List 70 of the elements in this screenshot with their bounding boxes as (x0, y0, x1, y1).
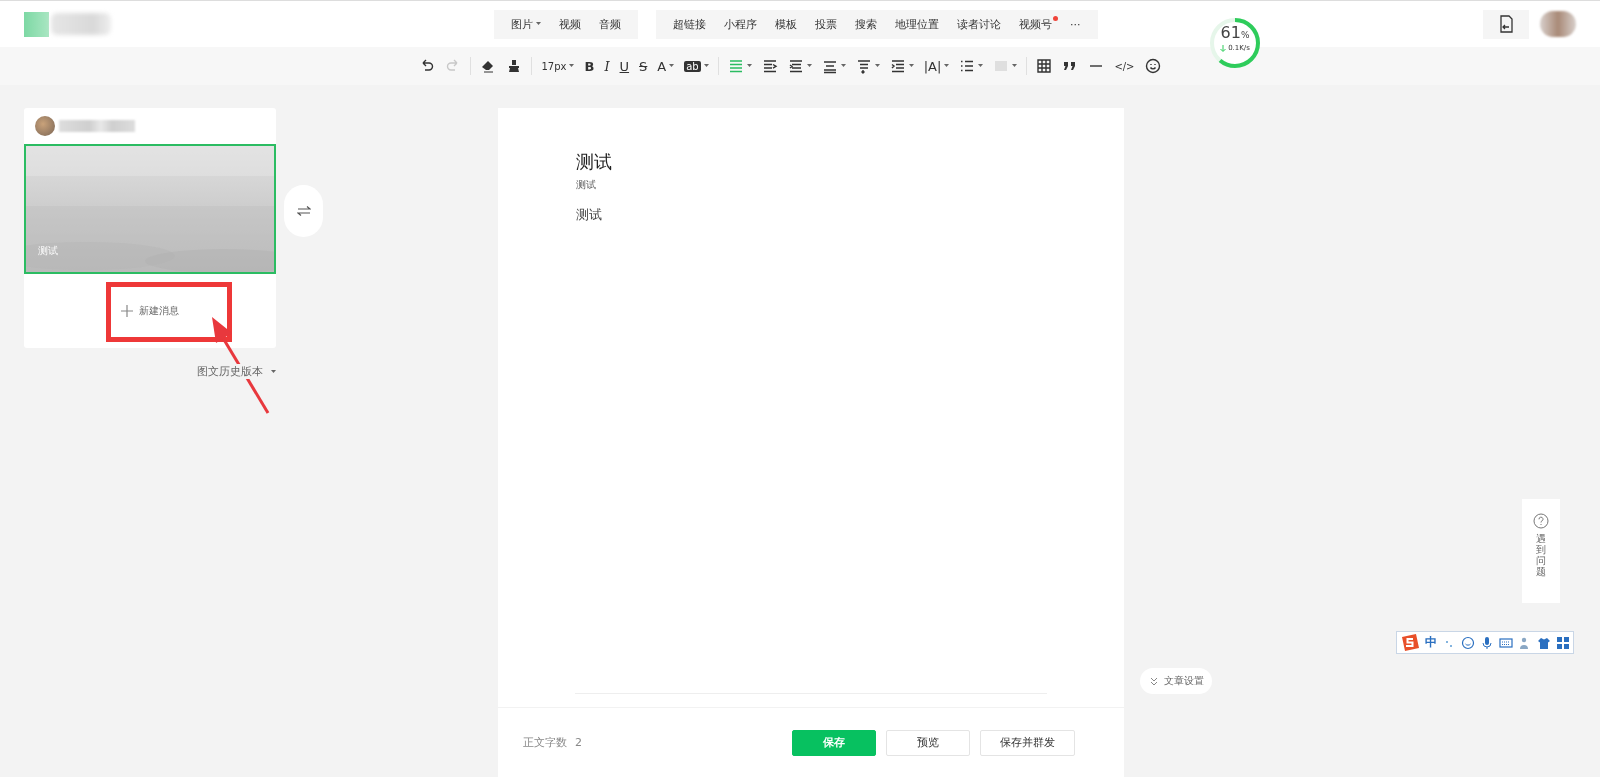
caret-icon (746, 64, 752, 68)
caret-icon (840, 64, 846, 68)
caret-icon (703, 64, 709, 68)
insert-menu-item[interactable]: 视频 (550, 9, 590, 39)
line-height-icon (821, 58, 838, 74)
caret-icon (944, 64, 950, 68)
insert-menu-item[interactable]: 读者讨论 (948, 9, 1010, 39)
double-chevron-icon (1150, 676, 1158, 686)
help-widget[interactable]: 遇到问题 (1522, 499, 1560, 603)
caret-icon (569, 64, 575, 68)
border-icon (993, 58, 1010, 74)
format-button[interactable]: A (653, 54, 679, 78)
indent-icon (889, 58, 906, 74)
smiley-icon[interactable] (1461, 635, 1475, 650)
avatar (35, 116, 55, 136)
caret-icon (1012, 64, 1018, 68)
align-icon (727, 58, 744, 74)
caret-icon (669, 64, 675, 68)
download-arrow-icon (1220, 44, 1227, 52)
insert-menu-item[interactable]: 图片 (502, 9, 550, 39)
insert-menu-item[interactable]: 音频 (590, 9, 630, 39)
document-icon[interactable] (1483, 9, 1529, 39)
format-button[interactable]: U (615, 54, 634, 78)
avatar[interactable] (1540, 11, 1576, 37)
format-button[interactable]: 17px (537, 54, 579, 78)
caret-icon (874, 64, 880, 68)
input-mode-label[interactable]: 中 (1425, 634, 1437, 651)
article-title[interactable]: 测试 (576, 150, 612, 174)
insert-menu-item[interactable]: 地理位置 (886, 9, 948, 39)
notification-dot (1053, 15, 1058, 21)
format-button[interactable]: I (600, 54, 614, 78)
format-button[interactable]: B (580, 54, 599, 78)
shirt-icon[interactable] (1537, 635, 1551, 650)
blurred-account-name (51, 13, 111, 35)
format-button[interactable]: S (635, 54, 652, 78)
article-body-text[interactable]: 测试 (576, 206, 602, 224)
caret-icon (978, 64, 984, 68)
upload-percent: 61% (1220, 24, 1250, 44)
insert-menu-item[interactable]: 视频号 (1010, 9, 1061, 39)
insert-menu-item[interactable]: ··· (1061, 9, 1090, 39)
format-button[interactable]: </> (1110, 54, 1139, 78)
align-center-icon (787, 58, 804, 74)
help-icon (1533, 513, 1549, 529)
grid-icon[interactable] (1556, 635, 1570, 650)
paragraph-spacing-icon (855, 58, 872, 74)
caret-icon (806, 64, 812, 68)
format-button[interactable]: ab (680, 54, 713, 78)
caret-icon (908, 64, 914, 68)
history-versions-link[interactable]: 图文历史版本 (197, 364, 276, 379)
insert-menu-item[interactable]: 搜索 (846, 9, 886, 39)
microphone-icon[interactable] (1480, 635, 1494, 650)
editor-action-button[interactable]: 保存并群发 (980, 729, 1075, 756)
word-count: 2 (575, 736, 582, 749)
article-cover-title: 测试 (38, 244, 58, 258)
insert-menu-item[interactable]: 投票 (806, 9, 846, 39)
insert-menu-item[interactable]: 超链接 (664, 9, 715, 39)
article-settings-button[interactable]: 文章设置 (1140, 668, 1212, 694)
caret-icon (271, 369, 276, 374)
insert-menu-item[interactable]: 模板 (766, 9, 806, 39)
new-message-button[interactable]: 新建消息 (121, 304, 179, 318)
plus-icon (121, 305, 133, 317)
caret-icon (536, 22, 541, 26)
article-author[interactable]: 测试 (576, 178, 596, 192)
keyboard-icon[interactable] (1499, 635, 1513, 650)
logo-icon (24, 11, 49, 37)
format-button[interactable]: |A| (919, 54, 954, 78)
editor-action-button[interactable]: 预览 (886, 729, 970, 756)
list-icon (959, 58, 976, 74)
word-count-label: 正文字数 (523, 735, 567, 750)
insert-menu-item[interactable]: 小程序 (715, 9, 766, 39)
